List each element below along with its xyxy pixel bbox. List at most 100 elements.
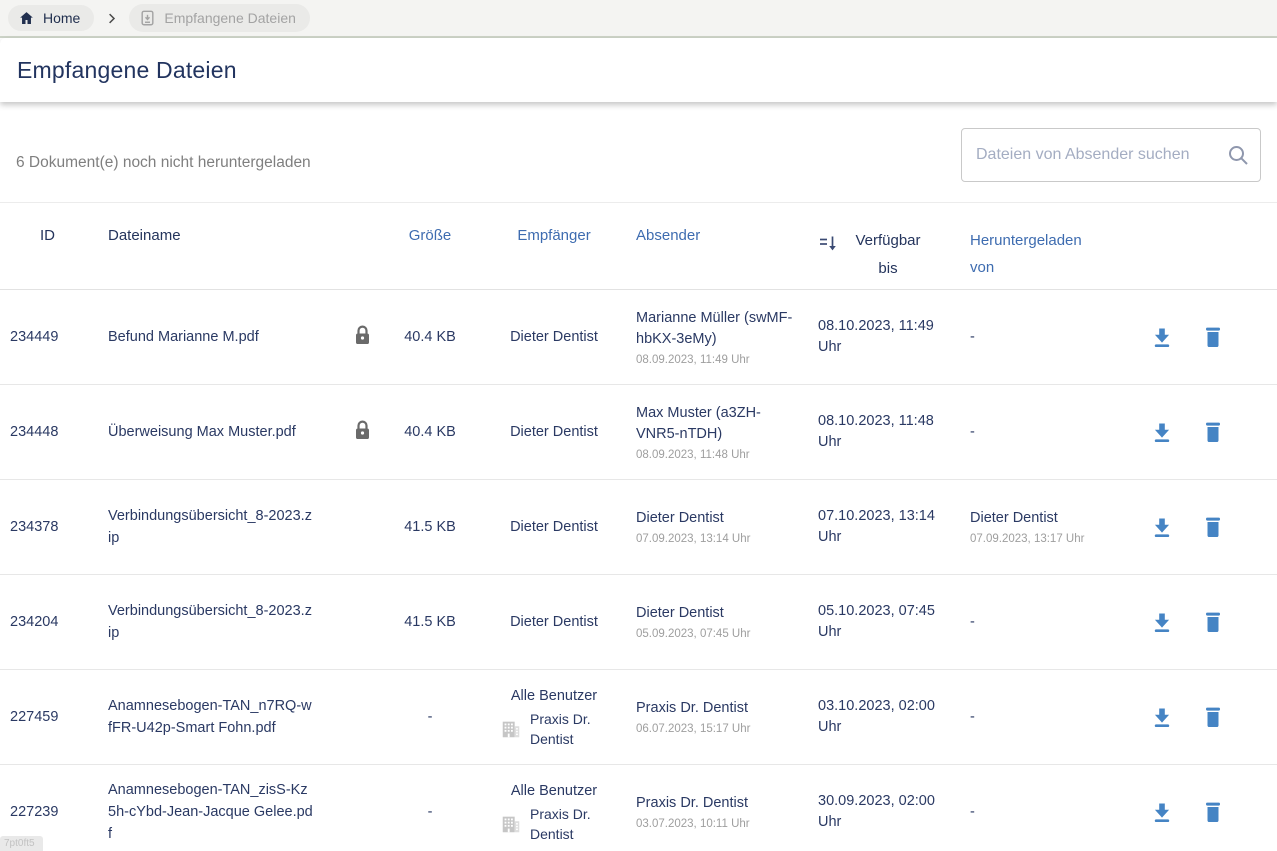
download-button[interactable] <box>1150 420 1174 444</box>
download-icon <box>1150 515 1174 539</box>
delete-button[interactable] <box>1202 800 1224 824</box>
delete-button[interactable] <box>1202 420 1224 444</box>
row-size: 41.5 KB <box>382 614 478 630</box>
table-row: 227239 Anamnesebogen-TAN_zisS-Kz5h-cYbd-… <box>0 765 1277 851</box>
row-sender: Praxis Dr. Dentist <box>636 793 794 814</box>
row-available-until: 05.10.2023, 07:45 Uhr <box>818 601 948 643</box>
trash-icon <box>1202 325 1224 349</box>
home-icon <box>18 10 35 26</box>
row-id: 234204 <box>0 614 96 630</box>
row-sender: Max Muster (a3ZH-VNR5-nTDH) <box>636 403 794 445</box>
download-icon <box>1150 610 1174 634</box>
row-downloaded-by: - <box>970 422 1140 443</box>
office-building-icon <box>500 718 522 740</box>
row-sender: Dieter Dentist <box>636 603 794 624</box>
row-id: 234448 <box>0 424 96 440</box>
office-building-icon <box>500 813 522 835</box>
header-size[interactable]: Größe <box>382 203 478 289</box>
delete-button[interactable] <box>1202 705 1224 729</box>
download-button[interactable] <box>1150 610 1174 634</box>
header-available-until[interactable]: Verfügbar bis <box>810 203 962 289</box>
row-id: 227459 <box>0 709 96 725</box>
row-sender: Praxis Dr. Dentist <box>636 698 794 719</box>
row-downloaded-by: - <box>970 327 1140 348</box>
table-row: 234204 Verbindungsübersicht_8-2023.zip 4… <box>0 575 1277 670</box>
trash-icon <box>1202 705 1224 729</box>
table-body: 234449 Befund Marianne M.pdf 40.4 KB Die… <box>0 290 1277 851</box>
file-download-icon <box>139 9 156 27</box>
row-size: 40.4 KB <box>382 424 478 440</box>
download-icon <box>1150 325 1174 349</box>
table-row: 234378 Verbindungsübersicht_8-2023.zip 4… <box>0 480 1277 575</box>
status-text: 6 Dokument(e) noch nicht heruntergeladen <box>16 154 311 172</box>
header-sender[interactable]: Absender <box>630 203 810 289</box>
sort-descending-icon[interactable] <box>818 233 840 257</box>
header-recipient[interactable]: Empfänger <box>478 203 630 289</box>
row-size: 40.4 KB <box>382 329 478 345</box>
row-downloaded-by: - <box>970 612 1140 633</box>
title-band: Empfangene Dateien <box>0 38 1277 102</box>
row-sent-date: 07.09.2023, 13:14 Uhr <box>636 532 794 546</box>
row-sender: Marianne Müller (swMF-hbKX-3eMy) <box>636 308 794 350</box>
row-size: 41.5 KB <box>382 519 478 535</box>
row-id: 234378 <box>0 519 96 535</box>
row-recipient: Dieter Dentist <box>510 422 598 443</box>
row-downloaded-by: Dieter Dentist <box>970 508 1140 529</box>
lock-icon <box>353 419 372 445</box>
row-recipient: Alle Benutzer <box>511 781 597 802</box>
breadcrumb: Home Empfangene Dateien <box>0 0 1277 38</box>
header-filename[interactable]: Dateiname <box>96 203 342 289</box>
download-button[interactable] <box>1150 800 1174 824</box>
breadcrumb-home[interactable]: Home <box>8 5 94 31</box>
recipient-sub: Praxis Dr. Dentist <box>500 804 608 844</box>
row-sent-date: 08.09.2023, 11:48 Uhr <box>636 448 794 462</box>
row-filename: Anamnesebogen-TAN_n7RQ-wfFR-U42p-Smart F… <box>96 695 328 739</box>
corner-badge: 7pt0ft5 <box>0 836 43 851</box>
row-available-until: 08.10.2023, 11:48 Uhr <box>818 411 948 453</box>
trash-icon <box>1202 420 1224 444</box>
search-input[interactable] <box>961 128 1261 182</box>
row-size: - <box>382 804 478 820</box>
row-size: - <box>382 709 478 725</box>
download-icon <box>1150 800 1174 824</box>
delete-button[interactable] <box>1202 610 1224 634</box>
chevron-right-icon <box>104 11 119 26</box>
page-title: Empfangene Dateien <box>17 57 237 84</box>
row-recipient-org: Praxis Dr. Dentist <box>530 804 608 844</box>
delete-button[interactable] <box>1202 515 1224 539</box>
row-recipient: Dieter Dentist <box>510 517 598 538</box>
header-lock-spacer <box>342 203 382 289</box>
files-table: ID Dateiname Größe Empfänger Absender Ve… <box>0 202 1277 851</box>
header-id[interactable]: ID <box>0 203 96 289</box>
table-row: 227459 Anamnesebogen-TAN_n7RQ-wfFR-U42p-… <box>0 670 1277 765</box>
row-available-until: 07.10.2023, 13:14 Uhr <box>818 506 948 548</box>
recipient-sub: Praxis Dr. Dentist <box>500 709 608 749</box>
row-filename: Verbindungsübersicht_8-2023.zip <box>96 505 328 549</box>
download-button[interactable] <box>1150 515 1174 539</box>
download-icon <box>1150 705 1174 729</box>
table-row: 234449 Befund Marianne M.pdf 40.4 KB Die… <box>0 290 1277 385</box>
row-filename: Befund Marianne M.pdf <box>96 326 328 348</box>
header-downloaded-by[interactable]: Heruntergeladen von <box>962 203 1140 289</box>
row-filename: Überweisung Max Muster.pdf <box>96 421 328 443</box>
breadcrumb-current-label: Empfangene Dateien <box>164 10 296 26</box>
trash-icon <box>1202 515 1224 539</box>
trash-icon <box>1202 800 1224 824</box>
row-recipient: Dieter Dentist <box>510 612 598 633</box>
row-available-until: 08.10.2023, 11:49 Uhr <box>818 316 948 358</box>
lock-icon <box>353 324 372 350</box>
row-sender: Dieter Dentist <box>636 508 794 529</box>
delete-button[interactable] <box>1202 325 1224 349</box>
breadcrumb-current: Empfangene Dateien <box>129 4 310 32</box>
download-button[interactable] <box>1150 705 1174 729</box>
download-button[interactable] <box>1150 325 1174 349</box>
row-available-until: 30.09.2023, 02:00 Uhr <box>818 791 948 833</box>
toolbar: 6 Dokument(e) noch nicht heruntergeladen <box>0 102 1277 202</box>
row-sent-date: 06.07.2023, 15:17 Uhr <box>636 722 794 736</box>
search-icon[interactable] <box>1227 144 1249 171</box>
row-sent-date: 03.07.2023, 10:11 Uhr <box>636 817 794 831</box>
breadcrumb-home-label: Home <box>43 10 80 26</box>
trash-icon <box>1202 610 1224 634</box>
row-recipient: Alle Benutzer <box>511 686 597 707</box>
row-downloaded-date: 07.09.2023, 13:17 Uhr <box>970 532 1140 546</box>
